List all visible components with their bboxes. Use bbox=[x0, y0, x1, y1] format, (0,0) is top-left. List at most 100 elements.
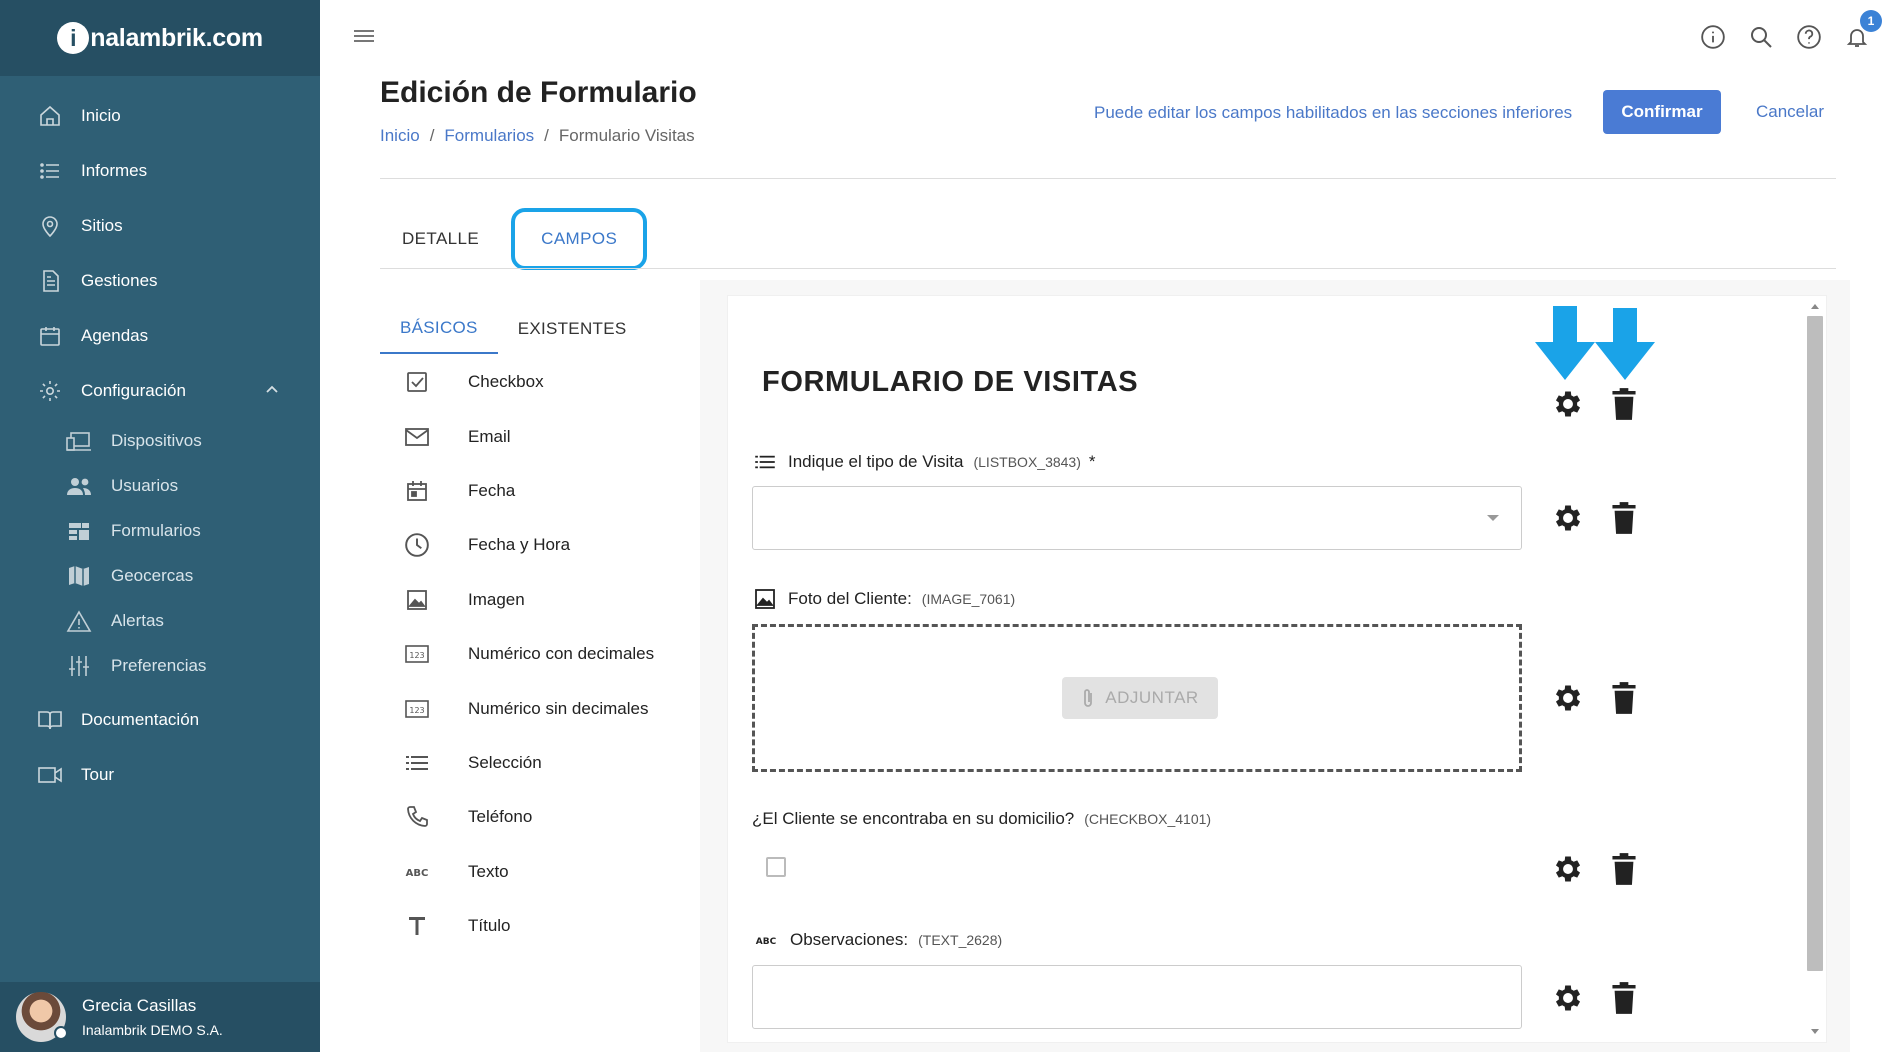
field-type-telefono[interactable]: Teléfono bbox=[380, 790, 700, 844]
domicilio-checkbox[interactable] bbox=[766, 857, 786, 877]
field-type-label: Fecha y Hora bbox=[468, 535, 571, 555]
confirm-button[interactable]: Confirmar bbox=[1603, 90, 1721, 134]
sidebar-item-label: Geocercas bbox=[111, 565, 194, 585]
field-label-checkbox: ¿El Cliente se encontraba en su domicili… bbox=[752, 809, 1211, 829]
user-profile[interactable]: Grecia Casillas Inalambrik DEMO S.A. bbox=[0, 982, 320, 1052]
breadcrumb-current: Formulario Visitas bbox=[558, 126, 695, 145]
svg-text:123: 123 bbox=[409, 651, 424, 660]
sidebar-submenu: Dispositivos Usuarios Formularios Geocer… bbox=[0, 418, 320, 688]
brand-logo[interactable]: i nalambrik.com bbox=[0, 0, 320, 76]
image-icon bbox=[400, 585, 434, 615]
sidebar-item-configuracion[interactable]: Configuración bbox=[0, 363, 320, 418]
sidebar-item-preferencias[interactable]: Preferencias bbox=[0, 643, 320, 688]
sidebar-item-label: Tour bbox=[81, 764, 115, 784]
sidebar-item-usuarios[interactable]: Usuarios bbox=[0, 463, 320, 508]
listbox-settings-gear-icon[interactable] bbox=[1550, 500, 1586, 536]
sidebar-item-label: Preferencias bbox=[111, 655, 207, 675]
sidebar-item-documentacion[interactable]: Documentación bbox=[0, 692, 320, 747]
svg-text:123: 123 bbox=[409, 706, 424, 715]
sidebar-item-label: Sitios bbox=[81, 215, 123, 235]
field-type-numerico-sin-decimales[interactable]: 123 Numérico sin decimales bbox=[380, 681, 700, 735]
breadcrumb-separator: / bbox=[429, 126, 435, 145]
field-type-label: Checkbox bbox=[468, 372, 544, 392]
listbox-select[interactable] bbox=[752, 486, 1522, 550]
observaciones-input[interactable] bbox=[752, 965, 1522, 1029]
sidebar-item-tour[interactable]: Tour bbox=[0, 747, 320, 802]
field-code: (TEXT_2628) bbox=[918, 932, 1003, 948]
breadcrumb-inicio[interactable]: Inicio bbox=[380, 126, 420, 146]
field-type-email[interactable]: Email bbox=[380, 409, 700, 463]
calendar-icon bbox=[400, 476, 434, 506]
image-dropzone[interactable]: ADJUNTAR bbox=[752, 624, 1522, 772]
breadcrumb-formularios[interactable]: Formularios bbox=[444, 126, 534, 146]
field-type-label: Email bbox=[468, 426, 511, 446]
sidebar-item-dispositivos[interactable]: Dispositivos bbox=[0, 418, 320, 463]
video-icon bbox=[36, 761, 64, 789]
form-title: FORMULARIO DE VISITAS bbox=[762, 366, 1139, 398]
list-icon bbox=[36, 157, 64, 185]
tab-detalle[interactable]: DETALLE bbox=[380, 214, 501, 264]
field-type-fecha-hora[interactable]: Fecha y Hora bbox=[380, 518, 700, 572]
field-type-seleccion[interactable]: Selección bbox=[380, 736, 700, 790]
email-icon bbox=[400, 422, 434, 452]
field-type-checkbox[interactable]: Checkbox bbox=[380, 355, 700, 409]
text-delete-trash-icon[interactable] bbox=[1606, 980, 1642, 1016]
arrow-down-icon bbox=[1595, 308, 1655, 380]
sidebar-item-sitios[interactable]: Sitios bbox=[0, 198, 320, 253]
info-icon[interactable] bbox=[1698, 22, 1728, 52]
search-icon[interactable] bbox=[1746, 22, 1776, 52]
sidebar-item-label: Inicio bbox=[81, 105, 121, 125]
field-type-list: Checkbox Email Fecha Fecha y Hora Imagen… bbox=[380, 355, 700, 953]
sidebar-item-label: Agendas bbox=[81, 325, 149, 345]
image-icon bbox=[754, 588, 776, 610]
sidebar-item-formularios[interactable]: Formularios bbox=[0, 508, 320, 553]
menu-icon[interactable] bbox=[352, 24, 376, 48]
field-type-titulo[interactable]: Título bbox=[380, 899, 700, 953]
help-icon[interactable] bbox=[1794, 22, 1824, 52]
sidebar-item-alertas[interactable]: Alertas bbox=[0, 598, 320, 643]
field-code: (IMAGE_7061) bbox=[921, 591, 1016, 607]
listbox-delete-trash-icon[interactable] bbox=[1606, 500, 1642, 536]
field-type-label: Texto bbox=[468, 861, 509, 881]
image-settings-gear-icon[interactable] bbox=[1550, 680, 1586, 716]
list-icon bbox=[754, 454, 776, 470]
title-delete-trash-icon[interactable] bbox=[1606, 386, 1642, 422]
title-settings-gear-icon[interactable] bbox=[1550, 386, 1586, 422]
paperclip-icon bbox=[1081, 687, 1095, 709]
attach-button[interactable]: ADJUNTAR bbox=[1062, 677, 1218, 719]
field-type-fecha[interactable]: Fecha bbox=[380, 464, 700, 518]
checkbox-settings-gear-icon[interactable] bbox=[1550, 851, 1586, 887]
required-marker: * bbox=[1088, 452, 1096, 471]
map-pin-icon bbox=[36, 212, 64, 240]
arrow-down-icon bbox=[1535, 306, 1595, 380]
sidebar-item-agendas[interactable]: Agendas bbox=[0, 308, 320, 363]
page-title: Edición de Formulario bbox=[380, 76, 697, 109]
field-type-texto[interactable]: ABC Texto bbox=[380, 845, 700, 899]
scroll-thumb[interactable] bbox=[1807, 316, 1823, 971]
field-code: (LISTBOX_3843) bbox=[973, 454, 1081, 470]
sidebar-item-informes[interactable]: Informes bbox=[0, 143, 320, 198]
bell-icon[interactable]: 1 bbox=[1842, 10, 1882, 52]
tab-campos[interactable]: CAMPOS bbox=[511, 208, 648, 270]
field-type-imagen[interactable]: Imagen bbox=[380, 573, 700, 627]
chevron-down-icon bbox=[1487, 515, 1499, 521]
chevron-up-icon[interactable] bbox=[264, 382, 280, 398]
sidebar-item-inicio[interactable]: Inicio bbox=[0, 88, 320, 143]
sidebar-item-gestiones[interactable]: Gestiones bbox=[0, 253, 320, 308]
sidebar-item-geocercas[interactable]: Geocercas bbox=[0, 553, 320, 598]
notification-badge: 1 bbox=[1860, 10, 1882, 32]
field-type-label: Imagen bbox=[468, 589, 525, 609]
text-settings-gear-icon[interactable] bbox=[1550, 980, 1586, 1016]
field-type-numerico-decimales[interactable]: 123 Numérico con decimales bbox=[380, 627, 700, 681]
sidebar-item-label: Configuración bbox=[81, 380, 186, 400]
divider bbox=[380, 178, 1836, 179]
tab-existentes[interactable]: EXISTENTES bbox=[498, 304, 647, 354]
image-delete-trash-icon[interactable] bbox=[1606, 680, 1642, 716]
checkbox-delete-trash-icon[interactable] bbox=[1606, 851, 1642, 887]
cancel-button[interactable]: Cancelar bbox=[1740, 90, 1840, 134]
user-name: Grecia Casillas bbox=[82, 996, 197, 1015]
tab-bar: DETALLE CAMPOS bbox=[380, 208, 648, 270]
map-icon bbox=[66, 563, 92, 589]
tab-basicos[interactable]: BÁSICOS bbox=[380, 304, 498, 354]
scroll-up-icon bbox=[1811, 304, 1819, 309]
